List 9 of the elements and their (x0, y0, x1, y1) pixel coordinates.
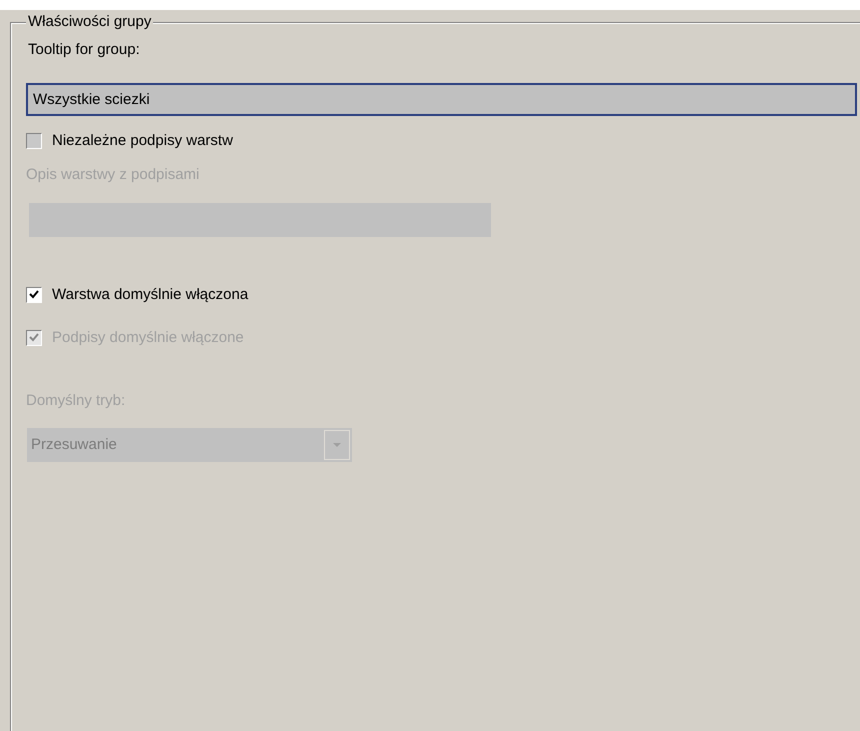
checkmark-icon (29, 333, 39, 343)
tooltip-field[interactable]: Wszystkie sciezki (26, 83, 857, 116)
checkmark-icon (29, 290, 39, 300)
checkbox-label: Warstwa domyślnie włączona (52, 285, 248, 305)
field-label: Tooltip for group: (28, 40, 140, 60)
checkbox-label: Niezależne podpisy warstw (52, 131, 233, 151)
checkbox[interactable] (26, 133, 42, 149)
checkbox[interactable] (26, 287, 42, 303)
group-title: Właściwości grupy (26, 12, 154, 32)
